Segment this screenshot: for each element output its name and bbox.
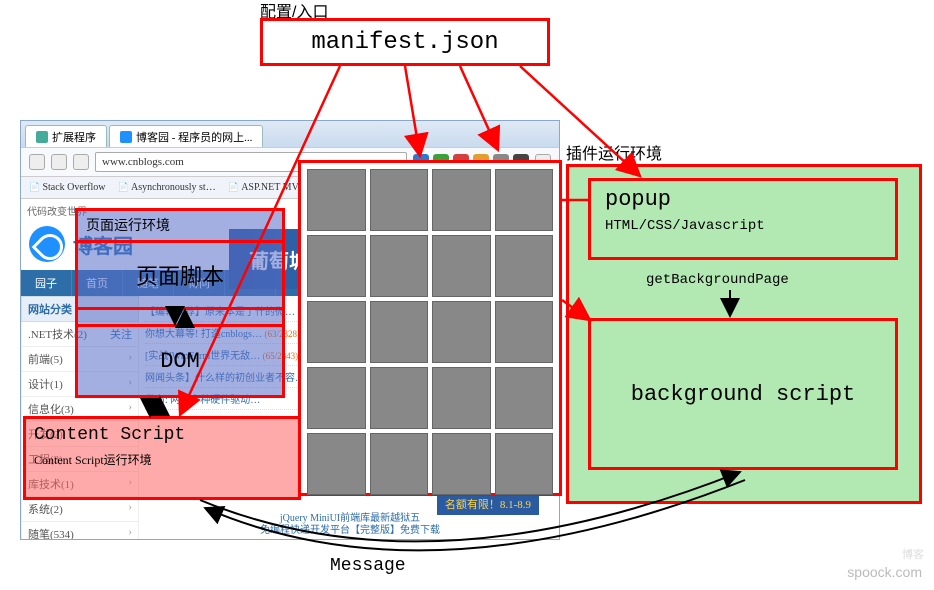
url-text: www.cnblogs.com <box>102 156 184 168</box>
bookmark-item[interactable]: Asynchronously st… <box>118 182 216 193</box>
manifest-text: manifest.json <box>311 29 498 56</box>
background-script-box: background script <box>588 318 898 470</box>
page-runtime-label: 页面运行环境 <box>78 211 282 239</box>
background-script-text: background script <box>631 382 855 407</box>
thumb[interactable] <box>495 301 554 363</box>
page-script-box: 页面脚本 <box>75 240 285 310</box>
bookmark-item[interactable]: Stack Overflow <box>29 182 106 193</box>
content-script-title: Content Script <box>26 419 298 451</box>
page-script-text: 页面脚本 <box>136 259 224 291</box>
dom-box: DOM <box>75 324 285 398</box>
thumb[interactable] <box>307 433 366 495</box>
dom-text: DOM <box>160 349 200 374</box>
thumb[interactable] <box>495 169 554 231</box>
watermark-2: 博客 <box>902 546 924 562</box>
popup-label-box: popup HTML/CSS/Javascript <box>588 178 898 260</box>
thumb[interactable] <box>495 235 554 297</box>
nav-tab[interactable]: 园子 <box>21 270 72 296</box>
get-background-page-label: getBackgroundPage <box>646 272 789 288</box>
popup-panel <box>298 160 562 496</box>
thumb[interactable] <box>307 367 366 429</box>
content-script-sub: Content Script运行环境 <box>26 451 298 468</box>
browser-tabbar: 扩展程序 博客园 - 程序员的网上... <box>21 121 559 147</box>
thumb[interactable] <box>495 367 554 429</box>
sidebar-item[interactable]: 随笔(534)› <box>21 522 139 539</box>
thumb[interactable] <box>370 433 429 495</box>
thumb[interactable] <box>307 301 366 363</box>
thumb[interactable] <box>432 169 491 231</box>
thumb[interactable] <box>370 235 429 297</box>
thumb[interactable] <box>370 169 429 231</box>
thumb[interactable] <box>370 301 429 363</box>
sidebar-item[interactable]: 系统(2)› <box>21 497 139 522</box>
content-script-box: Content Script Content Script运行环境 <box>23 416 301 500</box>
thumb[interactable] <box>495 433 554 495</box>
site-logo-icon <box>29 226 65 262</box>
reload-button[interactable] <box>73 154 89 170</box>
thumb[interactable] <box>432 433 491 495</box>
back-button[interactable] <box>29 154 45 170</box>
plugin-env-label: 插件运行环境 <box>566 140 662 164</box>
thumb[interactable] <box>307 169 366 231</box>
message-label: Message <box>330 556 406 576</box>
tab-title: 博客园 - 程序员的网上... <box>136 129 252 145</box>
favicon-icon <box>36 131 48 143</box>
footer-link-2[interactable]: 免编程快递开发平台【完整版】免费下载 <box>141 518 559 539</box>
browser-tab[interactable]: 扩展程序 <box>25 125 107 147</box>
thumb[interactable] <box>432 301 491 363</box>
popup-title: popup <box>591 181 895 218</box>
tab-title: 扩展程序 <box>52 129 96 145</box>
popup-thumbnail-grid <box>307 169 553 495</box>
popup-tech: HTML/CSS/Javascript <box>591 218 895 234</box>
thumb[interactable] <box>432 235 491 297</box>
watermark: spoock.com <box>847 564 922 580</box>
browser-tab[interactable]: 博客园 - 程序员的网上... <box>109 125 263 147</box>
thumb[interactable] <box>370 367 429 429</box>
manifest-box: manifest.json <box>260 18 550 66</box>
forward-button[interactable] <box>51 154 67 170</box>
thumb[interactable] <box>307 235 366 297</box>
thumb[interactable] <box>432 367 491 429</box>
favicon-icon <box>120 131 132 143</box>
